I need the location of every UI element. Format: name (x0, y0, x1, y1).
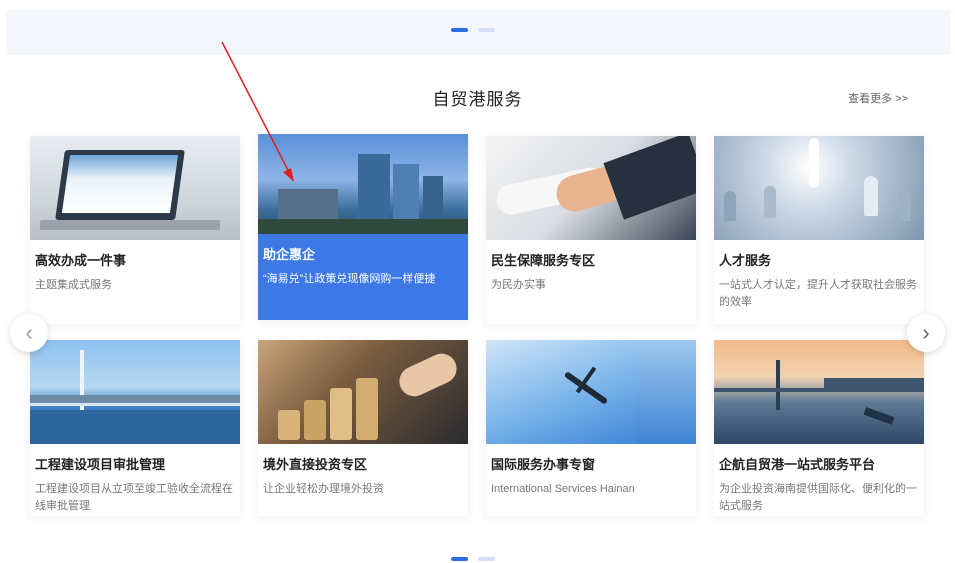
carousel-next-button[interactable]: › (907, 314, 945, 352)
handshake-icon (486, 136, 696, 240)
card-title: 人才服务 (719, 253, 772, 268)
card-title: 助企惠企 (263, 247, 316, 262)
card-desc: 主题集成式服务 (35, 279, 112, 291)
carousel-prev-button[interactable]: ‹ (10, 314, 48, 352)
service-card-efficient[interactable]: 高效办成一件事 主题集成式服务 (30, 136, 240, 324)
service-card-grid: 高效办成一件事 主题集成式服务 助企惠企 “海易兑”让政策兑现像网购一样便捷 民… (30, 134, 926, 516)
service-card-construction[interactable]: 工程建设项目审批管理 工程建设项目从立项至竣工验收全流程在线审批管理 (30, 340, 240, 516)
card-title: 企航自贸港一站式服务平台 (719, 457, 876, 472)
carousel-dot-1[interactable] (451, 28, 468, 32)
service-card-one-stop-platform[interactable]: 企航自贸港一站式服务平台 为企业投资海南提供国际化、便利化的一站式服务 (714, 340, 924, 516)
card-desc: International Services Hainan (491, 483, 635, 495)
card-desc: “海易兑”让政策兑现像网购一样便捷 (263, 273, 436, 285)
card-title: 国际服务办事专窗 (491, 457, 596, 472)
card-desc: 工程建设项目从立项至竣工验收全流程在线审批管理 (35, 483, 233, 512)
coins-chart-icon (258, 340, 468, 444)
card-title: 境外直接投资专区 (263, 457, 368, 472)
service-card-livelihood[interactable]: 民生保障服务专区 为民办实事 (486, 136, 696, 324)
carousel-dot-1[interactable] (451, 557, 468, 561)
talent-network-icon (714, 136, 924, 240)
carousel-indicator-bottom (451, 557, 495, 561)
service-card-talent[interactable]: 人才服务 一站式人才认定，提升人才获取社会服务的效率 (714, 136, 924, 324)
laptop-icon (30, 136, 240, 240)
card-title: 工程建设项目审批管理 (35, 457, 166, 472)
service-card-overseas-investment[interactable]: 境外直接投资专区 让企业轻松办理境外投资 (258, 340, 468, 516)
city-skyline-icon (258, 134, 468, 234)
chevron-right-icon: › (922, 320, 930, 345)
top-banner-strip (6, 10, 950, 55)
card-desc: 让企业轻松办理境外投资 (263, 483, 384, 495)
chevron-left-icon: ‹ (25, 320, 33, 345)
card-title: 高效办成一件事 (35, 253, 127, 268)
carousel-dot-2[interactable] (478, 28, 495, 32)
service-card-international[interactable]: 国际服务办事专窗 International Services Hainan (486, 340, 696, 516)
carousel-dot-2[interactable] (478, 557, 495, 561)
harbor-icon (714, 340, 924, 444)
service-card-enterprise[interactable]: 助企惠企 “海易兑”让政策兑现像网购一样便捷 (258, 134, 468, 320)
carousel-indicator-top (451, 28, 495, 32)
section-title: 自贸港服务 (432, 90, 523, 109)
card-title: 民生保障服务专区 (491, 253, 596, 268)
bridge-icon (30, 340, 240, 444)
airplane-icon (486, 340, 696, 444)
view-more-link[interactable]: 查看更多 >> (848, 90, 908, 106)
card-desc: 一站式人才认定，提升人才获取社会服务的效率 (719, 279, 917, 308)
card-desc: 为民办实事 (491, 279, 546, 291)
card-desc: 为企业投资海南提供国际化、便利化的一站式服务 (719, 483, 917, 512)
